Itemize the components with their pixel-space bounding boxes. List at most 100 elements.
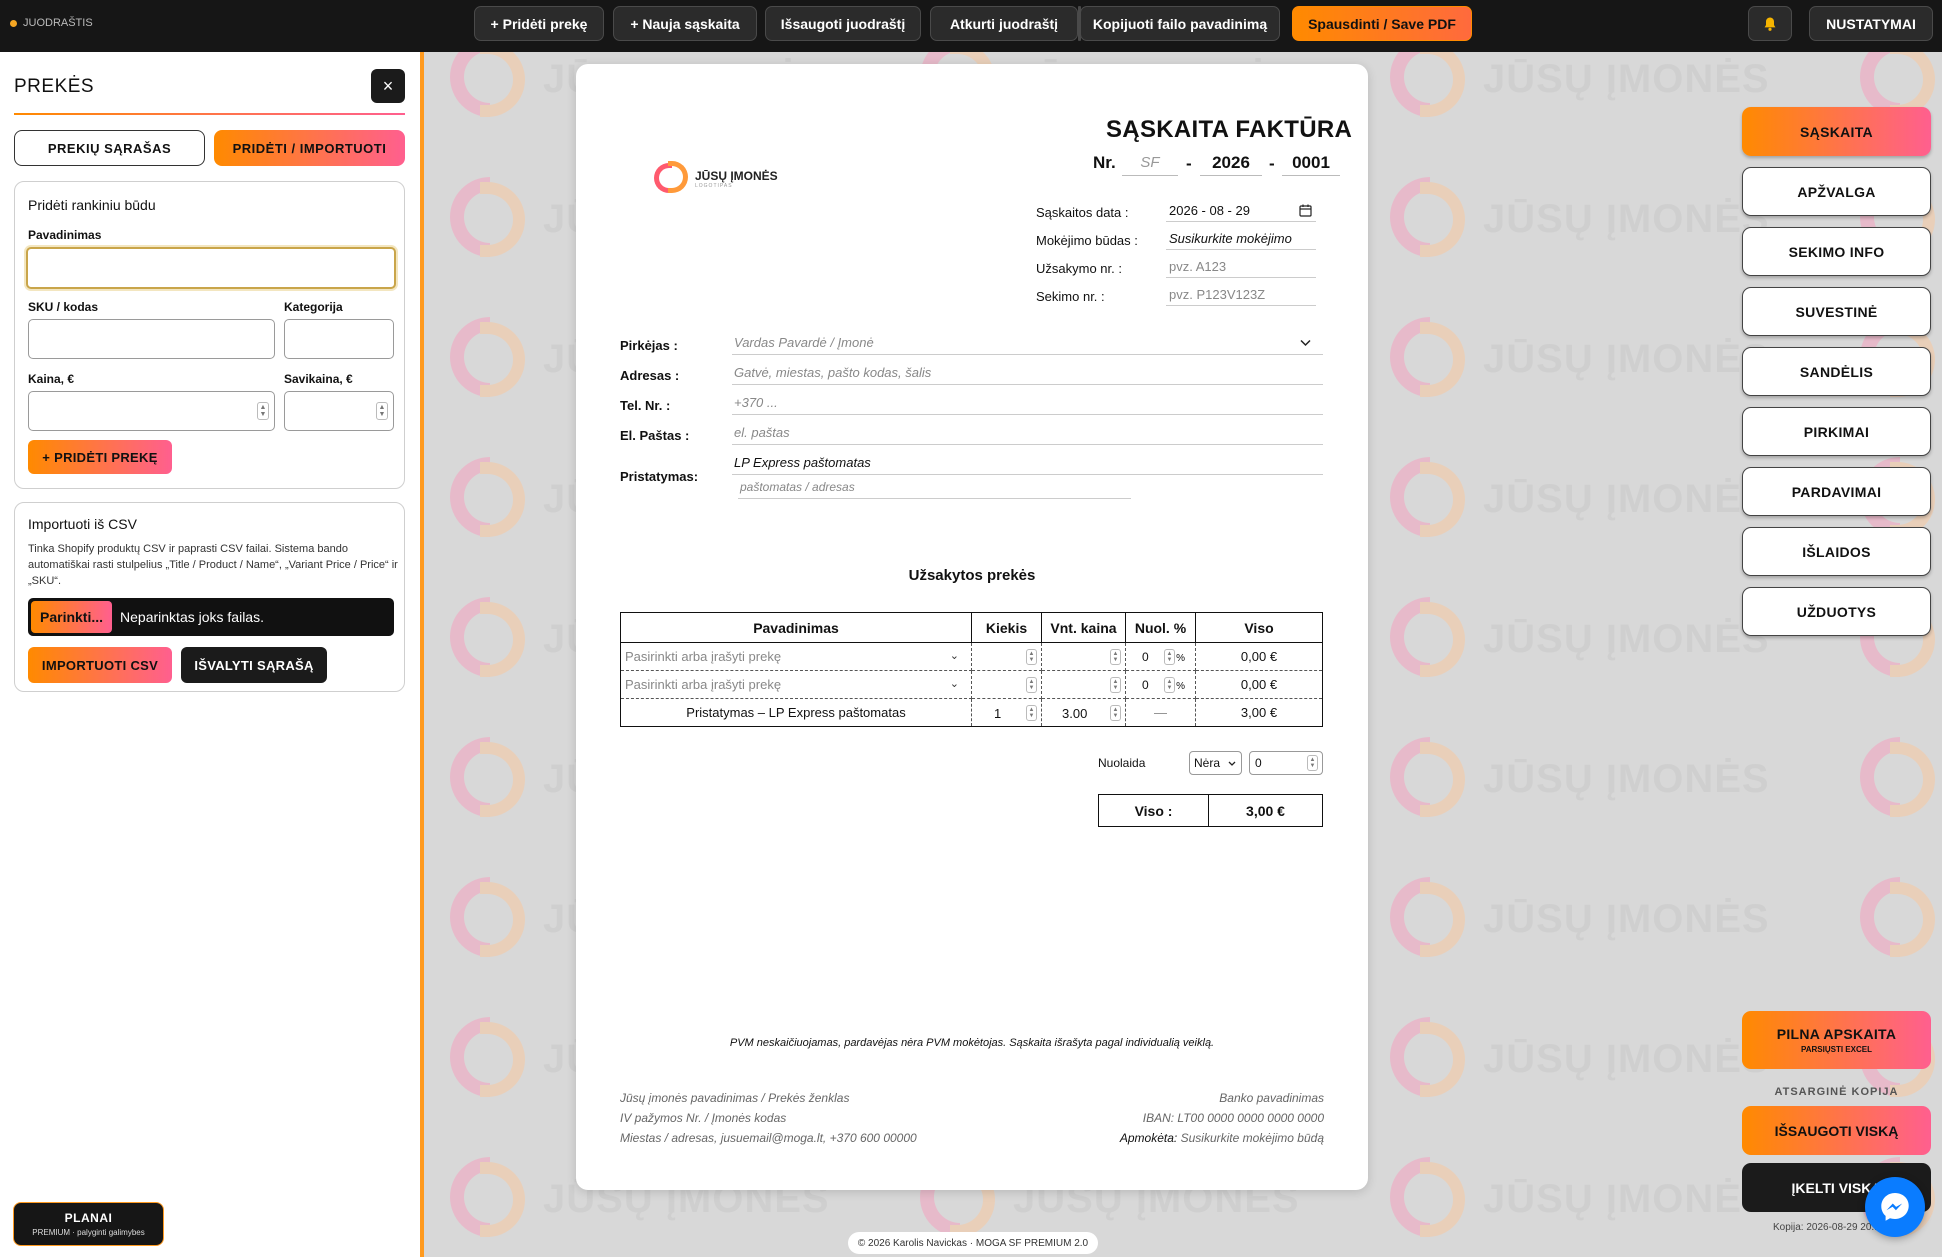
- cost-input[interactable]: ▲ ▼: [284, 391, 394, 431]
- qty-stepper-icon[interactable]: ▲ ▼: [1026, 649, 1037, 665]
- settings-button[interactable]: NUSTATYMAI: [1809, 6, 1933, 41]
- price-input[interactable]: ▲ ▼: [28, 391, 275, 431]
- save-draft-button[interactable]: Išsaugoti juodraštį: [765, 6, 921, 41]
- nav-expenses[interactable]: IŠLAIDOS: [1742, 527, 1931, 576]
- nav-warehouse[interactable]: SANDĖLIS: [1742, 347, 1931, 396]
- price-stepper-icon[interactable]: ▲ ▼: [1110, 705, 1121, 721]
- invoice-series-input[interactable]: SF: [1122, 150, 1178, 176]
- save-all-button[interactable]: IŠSAUGOTI VISKĄ: [1742, 1106, 1931, 1155]
- qty-stepper-icon[interactable]: ▲ ▼: [1026, 705, 1037, 721]
- discount-type-select[interactable]: Nėra: [1189, 751, 1242, 775]
- nav-overview[interactable]: APŽVALGA: [1742, 167, 1931, 216]
- sku-input[interactable]: [28, 319, 275, 359]
- order-input[interactable]: pvz. A123: [1166, 256, 1316, 278]
- sku-label: SKU / kodas: [28, 300, 99, 314]
- invoice-number-input[interactable]: 0001: [1282, 150, 1340, 176]
- file-picker[interactable]: Parinkti... Neparinktas joks failas.: [28, 598, 394, 636]
- tab-product-list[interactable]: PREKIŲ SĄRAŠAS: [14, 130, 205, 166]
- row-total: 3,00 €: [1195, 698, 1323, 727]
- price-cell-input[interactable]: ▲ ▼: [1041, 670, 1126, 699]
- logo-name: JŪSŲ ĮMONĖS: [695, 169, 778, 183]
- cost-stepper-icon[interactable]: ▲ ▼: [376, 402, 388, 420]
- qty-input[interactable]: ▲ ▼: [971, 642, 1042, 671]
- buyer-select[interactable]: Vardas Pavardė / Įmonė: [732, 331, 1323, 355]
- nav-summary[interactable]: SUVESTINĖ: [1742, 287, 1931, 336]
- print-pdf-button[interactable]: Spausdinti / Save PDF: [1292, 6, 1472, 41]
- phone-input[interactable]: +370 ...: [732, 391, 1323, 415]
- table-header-row: Pavadinimas Kiekis Vnt. kaina Nuol. % Vi…: [620, 612, 1323, 643]
- discount-stepper-icon[interactable]: ▲ ▼: [1164, 677, 1175, 693]
- item-select[interactable]: Pasirinkti arba įrašyti prekę ⌄: [620, 642, 972, 671]
- manual-add-card: Pridėti rankiniu būdu Pavadinimas SKU / …: [14, 181, 405, 489]
- discount-value-input[interactable]: 0 ▲ ▼: [1249, 751, 1323, 775]
- qty-input[interactable]: 1 ▲ ▼: [971, 698, 1042, 727]
- footer-company-info[interactable]: Jūsų įmonės pavadinimas / Prekės ženklas…: [620, 1088, 917, 1148]
- item-select[interactable]: Pasirinkti arba įrašyti prekę ⌄: [620, 670, 972, 699]
- add-product-button[interactable]: + Pridėti prekę: [474, 6, 604, 41]
- watermark-text: JŪSŲ ĮMONĖS: [1483, 897, 1770, 941]
- qty-input[interactable]: ▲ ▼: [971, 670, 1042, 699]
- tracking-input[interactable]: pvz. P123V123Z: [1166, 284, 1316, 306]
- watermark-mark-icon: [1850, 732, 1942, 827]
- close-panel-button[interactable]: ×: [371, 69, 405, 103]
- price-stepper-icon[interactable]: ▲ ▼: [1110, 649, 1121, 665]
- import-csv-button[interactable]: IMPORTUOTI CSV: [28, 647, 172, 683]
- nav-tracking-info[interactable]: SEKIMO INFO: [1742, 227, 1931, 276]
- messenger-chat-button[interactable]: [1865, 1177, 1925, 1237]
- phone-label: Tel. Nr. :: [620, 398, 671, 413]
- discount-value-stepper-icon[interactable]: ▲ ▼: [1307, 755, 1318, 771]
- price-stepper-icon[interactable]: ▲ ▼: [1110, 677, 1121, 693]
- date-input[interactable]: 2026 - 08 - 29: [1166, 200, 1316, 222]
- discount-value: 0: [1142, 650, 1149, 664]
- watermark-mark-icon: [1380, 592, 1475, 687]
- col-name-header: Pavadinimas: [620, 612, 972, 643]
- notifications-button[interactable]: [1748, 6, 1792, 41]
- payment-input[interactable]: Susikurkite mokėjimo: [1166, 228, 1316, 250]
- nav-purchases[interactable]: PIRKIMAI: [1742, 407, 1931, 456]
- restore-draft-button[interactable]: Atkurti juodraštį: [930, 6, 1078, 41]
- copy-filename-button[interactable]: Kopijuoti failo pavadinimą: [1080, 6, 1280, 41]
- choose-file-button[interactable]: Parinkti...: [31, 601, 113, 633]
- invoice-year-input[interactable]: 2026: [1200, 150, 1262, 176]
- price-cell-input[interactable]: ▲ ▼: [1041, 642, 1126, 671]
- product-name-input[interactable]: [26, 247, 396, 289]
- vat-note: PVM neskaičiuojamas, pardavėjas nėra PVM…: [729, 1037, 1215, 1049]
- category-input[interactable]: [284, 319, 394, 359]
- copyright: © 2026 Karolis Navickas · MOGA SF PREMIU…: [848, 1232, 1098, 1254]
- company-logo[interactable]: JŪSŲ ĮMONĖS LOGOTIPAS: [650, 159, 778, 199]
- delivery-address-input[interactable]: paštomatas / adresas: [738, 475, 1131, 499]
- delivery-method-input[interactable]: LP Express paštomatas: [732, 451, 1323, 475]
- watermark-text: JŪSŲ ĮMONĖS: [1483, 1037, 1770, 1081]
- new-invoice-button[interactable]: + Nauja sąskaita: [613, 6, 757, 41]
- price-cell-input[interactable]: 3.00 ▲ ▼: [1041, 698, 1126, 727]
- full-accounting-button[interactable]: PILNA APSKAITA PARSIŲSTI EXCEL: [1742, 1011, 1931, 1069]
- add-product-submit-button[interactable]: + PRIDĖTI PREKĘ: [28, 440, 172, 474]
- watermark-mark-icon: [1850, 872, 1942, 967]
- manual-add-heading: Pridėti rankiniu būdu: [28, 197, 156, 213]
- calendar-icon[interactable]: [1299, 204, 1312, 217]
- nav-invoice[interactable]: SĄSKAITA: [1742, 107, 1931, 156]
- chevron-down-icon: ⌄: [949, 678, 959, 690]
- nav-sales[interactable]: PARDAVIMAI: [1742, 467, 1931, 516]
- qty-value: 1: [994, 706, 1002, 721]
- products-panel: PREKĖS × PREKIŲ SĄRAŠAS PRIDĖTI / IMPORT…: [0, 52, 424, 1257]
- discount-cell-input[interactable]: 0 ▲ ▼%: [1125, 642, 1196, 671]
- panel-divider: [14, 113, 405, 115]
- address-input[interactable]: Gatvė, miestas, pašto kodas, šalis: [732, 361, 1323, 385]
- email-input[interactable]: el. paštas: [732, 421, 1323, 445]
- footer-bank-info[interactable]: Banko pavadinimas IBAN: LT00 0000 0000 0…: [1120, 1088, 1324, 1148]
- footer-company-contacts: Miestas / adresas, jusuemail@moga.lt, +3…: [620, 1131, 917, 1145]
- bell-icon: [1764, 17, 1776, 31]
- price-stepper-icon[interactable]: ▲ ▼: [257, 402, 269, 420]
- plans-button[interactable]: PLANAI PREMIUM · palyginti galimybes: [13, 1202, 164, 1246]
- clear-list-button[interactable]: IŠVALYTI SĄRAŠĄ: [181, 647, 327, 683]
- nav-tasks[interactable]: UŽDUOTYS: [1742, 587, 1931, 636]
- discount-value: 0: [1142, 678, 1149, 692]
- nr-dash-1: -: [1186, 154, 1192, 173]
- address-label: Adresas :: [620, 368, 680, 383]
- discount-stepper-icon[interactable]: ▲ ▼: [1164, 649, 1175, 665]
- discount-cell-input[interactable]: 0 ▲ ▼%: [1125, 670, 1196, 699]
- watermark-tile: JŪSŲ ĮMONĖS: [1380, 452, 1770, 547]
- tab-add-import[interactable]: PRIDĖTI / IMPORTUOTI: [214, 130, 405, 166]
- qty-stepper-icon[interactable]: ▲ ▼: [1026, 677, 1037, 693]
